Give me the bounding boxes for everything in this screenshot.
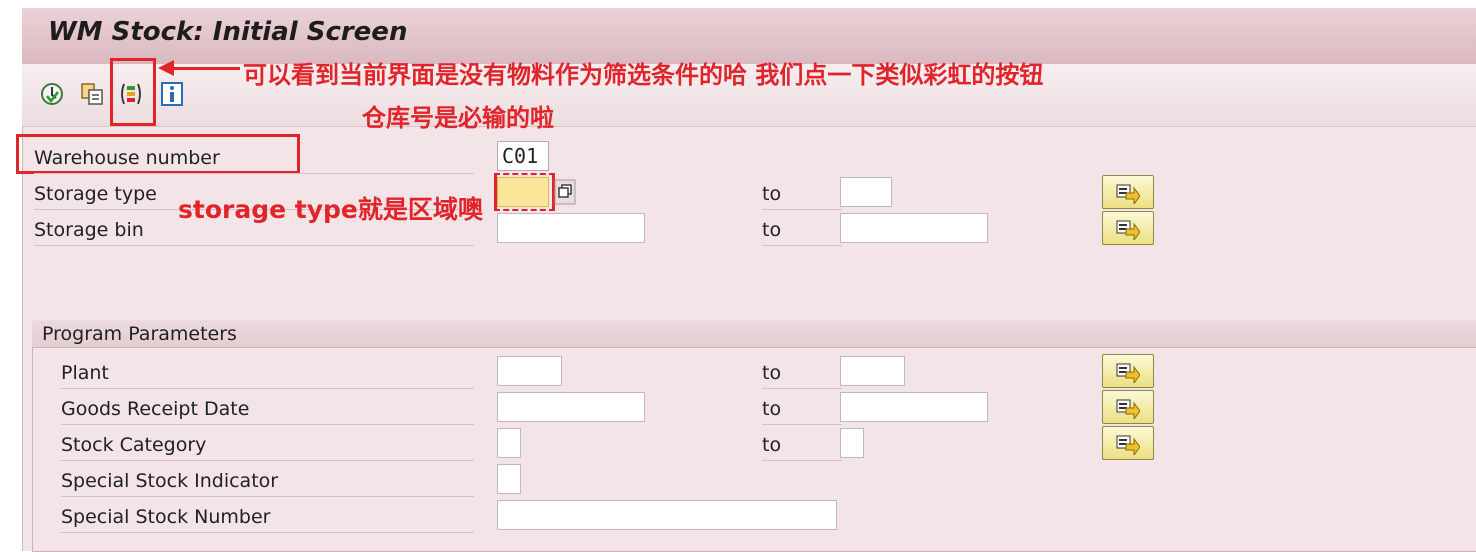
- storage-bin-label: Storage bin: [34, 219, 474, 246]
- annotation-arrow-line: [170, 67, 240, 70]
- stock-category-multiple-selection-button[interactable]: [1102, 426, 1154, 460]
- plant-to-input[interactable]: [840, 356, 905, 386]
- info-icon[interactable]: [160, 82, 184, 106]
- program-parameters-title: Program Parameters: [42, 323, 237, 345]
- multiple-selection-icon[interactable]: [554, 179, 576, 205]
- stock-category-from-input[interactable]: [497, 428, 521, 458]
- goods-receipt-date-to-label: to: [762, 398, 842, 425]
- special-stock-indicator-input[interactable]: [497, 464, 521, 494]
- warehouse-number-input[interactable]: C01: [497, 141, 549, 171]
- storage-bin-to-label: to: [762, 219, 842, 246]
- special-stock-number-label: Special Stock Number: [61, 506, 474, 533]
- stock-category-label: Stock Category: [61, 434, 474, 461]
- storage-bin-from-input[interactable]: [497, 213, 645, 243]
- warehouse-number-label: Warehouse number: [34, 147, 474, 174]
- special-stock-indicator-label: Special Stock Indicator: [61, 470, 474, 497]
- plant-to-label: to: [762, 362, 842, 389]
- stock-category-to-label: to: [762, 434, 842, 461]
- goods-receipt-date-label: Goods Receipt Date: [61, 398, 474, 425]
- plant-label: Plant: [61, 362, 474, 389]
- goods-receipt-date-from-input[interactable]: [497, 392, 645, 422]
- storage-bin-to-input[interactable]: [840, 213, 988, 243]
- annotation-warehouse-note: 仓库号是必输的啦: [362, 104, 554, 132]
- storage-type-to-label: to: [762, 183, 842, 210]
- get-variant-icon[interactable]: [80, 82, 104, 106]
- goods-receipt-date-multiple-selection-button[interactable]: [1102, 390, 1154, 424]
- stock-category-to-input[interactable]: [840, 428, 864, 458]
- storage-bin-multiple-selection-button[interactable]: [1102, 211, 1154, 245]
- storage-type-highlight-box: [494, 173, 555, 211]
- annotation-arrow-note: 可以看到当前界面是没有物料作为筛选条件的哈 我们点一下类似彩虹的按钮: [243, 61, 1044, 89]
- storage-type-multiple-selection-button[interactable]: [1102, 175, 1154, 209]
- plant-multiple-selection-button[interactable]: [1102, 354, 1154, 388]
- dynamic-selections-highlight-box: [110, 58, 156, 126]
- program-parameters-header: [32, 320, 1476, 348]
- special-stock-number-input[interactable]: [497, 500, 837, 530]
- storage-type-to-input[interactable]: [840, 177, 892, 207]
- top-strip: [22, 0, 1476, 8]
- annotation-arrow-head: [158, 60, 174, 76]
- goods-receipt-date-to-input[interactable]: [840, 392, 988, 422]
- execute-icon[interactable]: [40, 82, 64, 106]
- page-title: WM Stock: Initial Screen: [48, 17, 408, 47]
- plant-from-input[interactable]: [497, 356, 562, 386]
